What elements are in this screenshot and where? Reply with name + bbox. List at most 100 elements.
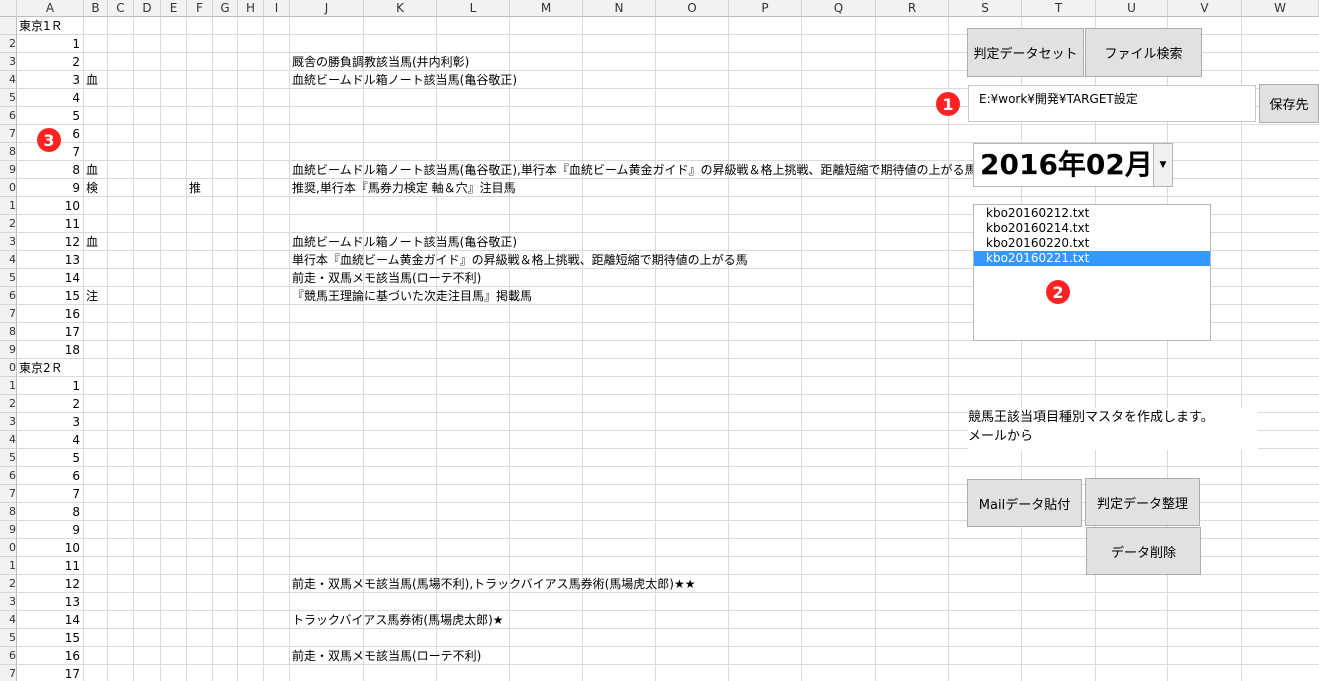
row-header[interactable]: 1 xyxy=(0,197,17,215)
file-list-item[interactable]: kbo20160214.txt xyxy=(974,221,1210,236)
cell-j-9[interactable]: 血統ビームドル箱ノート該当馬(亀谷敬正),単行本『血統ビーム黄金ガイド』の昇級戦… xyxy=(292,161,976,179)
row-header[interactable]: 3 xyxy=(0,53,17,71)
cell-a-22[interactable]: 2 xyxy=(17,395,80,413)
column-header-f[interactable]: F xyxy=(187,0,213,17)
cell-a-35[interactable]: 15 xyxy=(17,629,80,647)
file-search-button[interactable]: ファイル検索 xyxy=(1085,28,1202,77)
cell-j-16[interactable]: 『競馬王理論に基づいた次走注目馬』掲載馬 xyxy=(292,287,532,305)
column-header-g[interactable]: G xyxy=(213,0,238,17)
column-header-t[interactable]: T xyxy=(1022,0,1096,17)
row-header[interactable]: 7 xyxy=(0,665,17,681)
column-header-i[interactable]: I xyxy=(264,0,290,17)
cell-a-17[interactable]: 16 xyxy=(17,305,80,323)
cell-a-33[interactable]: 13 xyxy=(17,593,80,611)
row-header[interactable]: 4 xyxy=(0,431,17,449)
column-header-l[interactable]: L xyxy=(437,0,510,17)
column-header-v[interactable]: V xyxy=(1168,0,1242,17)
column-header-a[interactable]: A xyxy=(17,0,84,17)
cell-a-29[interactable]: 9 xyxy=(17,521,80,539)
cell-b-9[interactable]: 血 xyxy=(86,161,98,179)
file-listbox[interactable]: kbo20160212.txt kbo20160214.txt kbo2016022… xyxy=(973,204,1211,341)
row-header[interactable]: 0 xyxy=(0,179,17,197)
row-header[interactable]: 1 xyxy=(0,377,17,395)
column-header-q[interactable]: Q xyxy=(802,0,876,17)
cell-a-32[interactable]: 12 xyxy=(17,575,80,593)
cell-a-1[interactable]: 東京1Ｒ xyxy=(19,17,63,35)
cell-j-36[interactable]: 前走・双馬メモ該当馬(ローテ不利) xyxy=(292,647,481,665)
column-header-p[interactable]: P xyxy=(729,0,802,17)
row-header[interactable]: 5 xyxy=(0,629,17,647)
file-list-item[interactable]: kbo20160220.txt xyxy=(974,236,1210,251)
column-header-h[interactable]: H xyxy=(238,0,264,17)
cell-a-16[interactable]: 15 xyxy=(17,287,80,305)
row-header[interactable]: 4 xyxy=(0,611,17,629)
row-header[interactable]: 4 xyxy=(0,71,17,89)
column-header-d[interactable]: D xyxy=(134,0,161,17)
row-header[interactable]: 7 xyxy=(0,485,17,503)
file-list-item[interactable]: kbo20160221.txt xyxy=(974,251,1210,266)
row-header[interactable]: 6 xyxy=(0,647,17,665)
cell-j-10[interactable]: 推奨,単行本『馬券力検定 軸＆穴』注目馬 xyxy=(292,179,516,197)
cell-a-11[interactable]: 10 xyxy=(17,197,80,215)
cell-a-31[interactable]: 11 xyxy=(17,557,80,575)
row-header[interactable]: 0 xyxy=(0,359,17,377)
cell-a-6[interactable]: 5 xyxy=(17,107,80,125)
cell-j-15[interactable]: 前走・双馬メモ該当馬(ローテ不利) xyxy=(292,269,481,287)
judge-data-organize-button[interactable]: 判定データ整理 xyxy=(1085,478,1200,526)
cell-b-4[interactable]: 血 xyxy=(86,71,98,89)
cell-b-13[interactable]: 血 xyxy=(86,233,98,251)
cell-j-34[interactable]: トラックバイアス馬券術(馬場虎太郎)★ xyxy=(292,611,504,629)
row-header[interactable]: 9 xyxy=(0,341,17,359)
judge-data-set-button[interactable]: 判定データセット xyxy=(967,28,1084,77)
row-header[interactable]: 9 xyxy=(0,161,17,179)
cell-a-26[interactable]: 6 xyxy=(17,467,80,485)
cell-j-13[interactable]: 血統ビームドル箱ノート該当馬(亀谷敬正) xyxy=(292,233,517,251)
cell-a-13[interactable]: 12 xyxy=(17,233,80,251)
cell-a-34[interactable]: 14 xyxy=(17,611,80,629)
row-header[interactable]: 3 xyxy=(0,413,17,431)
row-header[interactable]: 5 xyxy=(0,269,17,287)
column-header-c[interactable]: C xyxy=(108,0,134,17)
row-header[interactable]: 3 xyxy=(0,233,17,251)
column-header-n[interactable]: N xyxy=(583,0,656,17)
column-header-j[interactable]: J xyxy=(290,0,364,17)
cell-f-10[interactable]: 推 xyxy=(189,179,201,197)
cell-a-2[interactable]: 1 xyxy=(17,35,80,53)
row-header[interactable]: 7 xyxy=(0,125,17,143)
data-delete-button[interactable]: データ削除 xyxy=(1086,527,1201,575)
column-header-w[interactable]: W xyxy=(1242,0,1319,17)
cell-a-30[interactable]: 10 xyxy=(17,539,80,557)
file-list-item[interactable]: kbo20160212.txt xyxy=(974,206,1210,221)
cell-b-16[interactable]: 注 xyxy=(86,287,98,305)
column-header-o[interactable]: O xyxy=(656,0,729,17)
cell-a-10[interactable]: 9 xyxy=(17,179,80,197)
column-header-u[interactable]: U xyxy=(1096,0,1168,17)
row-header[interactable]: 7 xyxy=(0,305,17,323)
row-header[interactable]: 6 xyxy=(0,287,17,305)
cell-a-25[interactable]: 5 xyxy=(17,449,80,467)
column-header-m[interactable]: M xyxy=(510,0,583,17)
row-header[interactable]: 1 xyxy=(0,557,17,575)
row-header[interactable]: 6 xyxy=(0,107,17,125)
cell-a-24[interactable]: 4 xyxy=(17,431,80,449)
row-header[interactable]: 9 xyxy=(0,521,17,539)
row-header[interactable]: 2 xyxy=(0,215,17,233)
row-header[interactable]: 5 xyxy=(0,89,17,107)
cell-b-10[interactable]: 検 xyxy=(86,179,98,197)
row-header[interactable]: 3 xyxy=(0,593,17,611)
cell-j-4[interactable]: 血統ビームドル箱ノート該当馬(亀谷敬正) xyxy=(292,71,517,89)
row-header[interactable]: 0 xyxy=(0,539,17,557)
cell-a-12[interactable]: 11 xyxy=(17,215,80,233)
cell-a-18[interactable]: 17 xyxy=(17,323,80,341)
cell-a-9[interactable]: 8 xyxy=(17,161,80,179)
select-all-corner[interactable] xyxy=(0,0,17,17)
row-header[interactable]: 8 xyxy=(0,503,17,521)
column-header-e[interactable]: E xyxy=(161,0,187,17)
row-header[interactable]: 2 xyxy=(0,575,17,593)
column-header-k[interactable]: K xyxy=(364,0,437,17)
chevron-down-icon[interactable]: ▼ xyxy=(1153,144,1172,186)
cell-a-4[interactable]: 3 xyxy=(17,71,80,89)
cell-a-20[interactable]: 東京2Ｒ xyxy=(19,359,63,377)
row-header[interactable]: 2 xyxy=(0,35,17,53)
cell-a-14[interactable]: 13 xyxy=(17,251,80,269)
